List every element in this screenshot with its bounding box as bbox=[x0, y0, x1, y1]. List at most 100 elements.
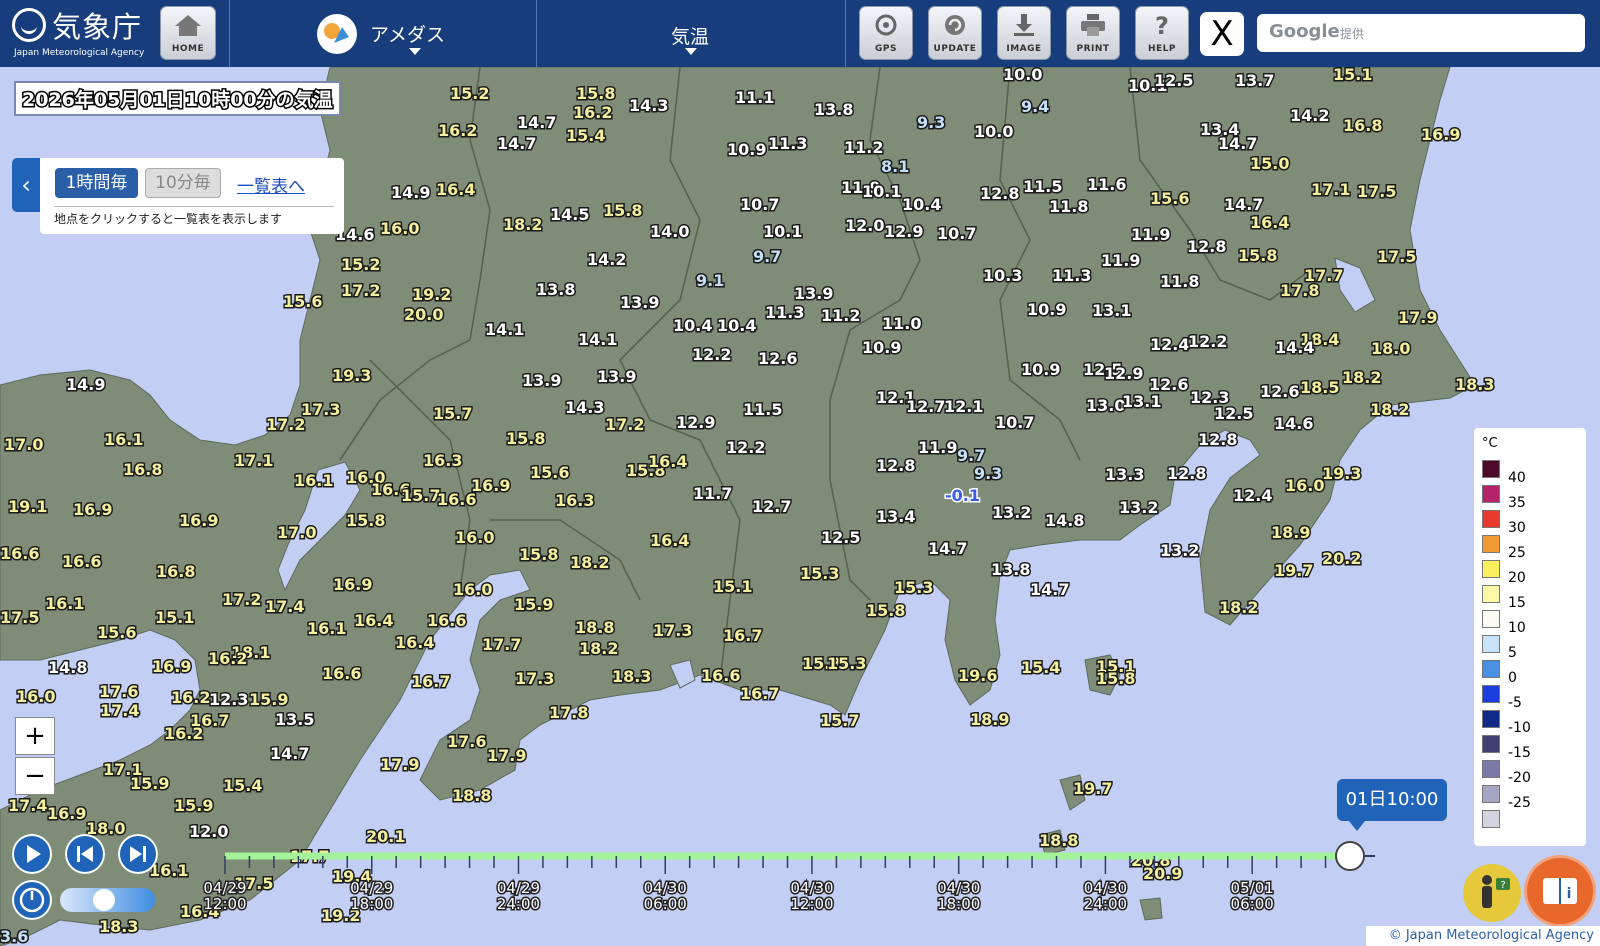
station-temp[interactable]: 16.4 bbox=[393, 632, 436, 653]
station-temp[interactable]: 13.9 bbox=[520, 370, 563, 391]
station-temp[interactable]: 17.8 bbox=[547, 702, 590, 723]
station-temp[interactable]: 16.2 bbox=[436, 120, 479, 141]
station-temp[interactable]: 11.3 bbox=[766, 133, 809, 154]
station-temp[interactable]: 13.2 bbox=[990, 502, 1033, 523]
station-temp[interactable]: 15.9 bbox=[128, 773, 171, 794]
station-temp[interactable]: 12.8 bbox=[1196, 429, 1239, 450]
station-temp[interactable]: 15.1 bbox=[711, 576, 754, 597]
station-temp[interactable]: 15.7 bbox=[431, 403, 474, 424]
station-temp[interactable]: 20.0 bbox=[402, 304, 445, 325]
opacity-toggle-button[interactable] bbox=[12, 880, 52, 920]
station-temp[interactable]: 16.0 bbox=[451, 579, 494, 600]
station-temp[interactable]: 12.6 bbox=[756, 348, 799, 369]
station-temp[interactable]: 17.2 bbox=[220, 589, 263, 610]
station-temp[interactable]: 10.4 bbox=[715, 315, 758, 336]
station-temp[interactable]: 16.6 bbox=[699, 665, 742, 686]
station-temp[interactable]: 16.7 bbox=[738, 683, 781, 704]
station-temp[interactable]: 16.4 bbox=[352, 610, 395, 631]
station-temp[interactable]: 17.6 bbox=[97, 681, 140, 702]
station-temp[interactable]: 17.4 bbox=[98, 700, 141, 721]
station-temp[interactable]: 9.1 bbox=[694, 270, 725, 291]
station-temp[interactable]: 16.6 bbox=[425, 610, 468, 631]
station-temp[interactable]: 14.7 bbox=[1216, 133, 1259, 154]
station-temp[interactable]: 17.2 bbox=[603, 414, 646, 435]
station-temp[interactable]: 15.4 bbox=[1019, 657, 1062, 678]
play-button[interactable] bbox=[12, 834, 52, 874]
station-temp[interactable]: 18.5 bbox=[1298, 377, 1341, 398]
station-temp[interactable]: 18.3 bbox=[97, 916, 140, 937]
station-temp[interactable]: 14.2 bbox=[1288, 105, 1331, 126]
station-temp[interactable]: 15.8 bbox=[517, 544, 560, 565]
station-temp[interactable]: 18.2 bbox=[568, 552, 611, 573]
station-temp[interactable]: 11.9 bbox=[916, 437, 959, 458]
station-temp[interactable]: 11.8 bbox=[1047, 196, 1090, 217]
station-temp[interactable]: 16.1 bbox=[305, 618, 348, 639]
station-temp[interactable]: 17.9 bbox=[378, 754, 421, 775]
manual-button[interactable]: i bbox=[1527, 858, 1593, 924]
station-temp[interactable]: 17.7 bbox=[288, 846, 331, 867]
station-temp[interactable]: 10.4 bbox=[671, 315, 714, 336]
station-temp[interactable]: 13.0 bbox=[1084, 395, 1127, 416]
station-temp[interactable]: 18.8 bbox=[573, 617, 616, 638]
station-temp[interactable]: 16.9 bbox=[45, 803, 88, 824]
station-temp[interactable]: 17.2 bbox=[339, 280, 382, 301]
station-temp[interactable]: 17.4 bbox=[6, 795, 49, 816]
ten-minute-button[interactable]: 10分毎 bbox=[145, 168, 221, 198]
station-temp[interactable]: 10.1 bbox=[860, 181, 903, 202]
station-temp[interactable]: 14.7 bbox=[495, 133, 538, 154]
station-temp[interactable]: 12.8 bbox=[1185, 236, 1228, 257]
station-temp[interactable]: 14.1 bbox=[576, 329, 619, 350]
station-temp[interactable]: 11.3 bbox=[1050, 265, 1093, 286]
station-temp[interactable]: 12.8 bbox=[874, 455, 917, 476]
station-temp[interactable]: 17.5 bbox=[1375, 246, 1418, 267]
station-temp[interactable]: 16.9 bbox=[331, 574, 374, 595]
station-temp[interactable]: 17.0 bbox=[2, 434, 45, 455]
station-temp[interactable]: 13.8 bbox=[989, 559, 1032, 580]
station-temp[interactable]: 19.2 bbox=[410, 284, 453, 305]
station-temp[interactable]: 14.1 bbox=[483, 319, 526, 340]
station-temp[interactable]: -0.1 bbox=[944, 485, 982, 506]
station-temp[interactable]: 10.9 bbox=[725, 139, 768, 160]
jma-logo[interactable]: 気象庁 Japan Meteorological Agency bbox=[10, 6, 160, 62]
station-temp[interactable]: 20.2 bbox=[1320, 548, 1363, 569]
station-temp[interactable]: 12.0 bbox=[843, 215, 886, 236]
station-temp[interactable]: 15.1 bbox=[153, 607, 196, 628]
station-temp[interactable]: 17.9 bbox=[485, 745, 528, 766]
station-temp[interactable]: 15.8 bbox=[574, 83, 617, 104]
station-temp[interactable]: 20.1 bbox=[364, 826, 407, 847]
station-temp[interactable]: 13.4 bbox=[874, 506, 917, 527]
station-temp[interactable]: 16.6 bbox=[60, 551, 103, 572]
station-temp[interactable]: 15.7 bbox=[818, 710, 861, 731]
station-temp[interactable]: 17.5 bbox=[0, 607, 41, 628]
station-temp[interactable]: 14.4 bbox=[1273, 337, 1316, 358]
station-temp[interactable]: 14.7 bbox=[1028, 579, 1071, 600]
station-temp[interactable]: 18.3 bbox=[610, 666, 653, 687]
station-temp[interactable]: 16.0 bbox=[378, 218, 421, 239]
station-temp[interactable]: 14.7 bbox=[1222, 194, 1265, 215]
station-temp[interactable]: 18.0 bbox=[1369, 338, 1412, 359]
station-temp[interactable]: 14.8 bbox=[46, 657, 89, 678]
station-temp[interactable]: 13.9 bbox=[618, 292, 661, 313]
station-temp[interactable]: 16.8 bbox=[154, 561, 197, 582]
station-temp[interactable]: 17.1 bbox=[232, 450, 275, 471]
station-temp[interactable]: 10.7 bbox=[993, 412, 1036, 433]
station-temp[interactable]: 9.7 bbox=[955, 445, 986, 466]
station-temp[interactable]: 15.8 bbox=[504, 428, 547, 449]
station-temp[interactable]: 19.7 bbox=[1071, 778, 1114, 799]
station-temp[interactable]: 15.4 bbox=[564, 125, 607, 146]
station-temp[interactable]: 11.5 bbox=[741, 399, 784, 420]
station-temp[interactable]: 16.4 bbox=[648, 530, 691, 551]
station-temp[interactable]: 17.1 bbox=[1309, 179, 1352, 200]
station-temp[interactable]: 16.9 bbox=[1419, 124, 1462, 145]
station-temp[interactable]: 11.7 bbox=[691, 483, 734, 504]
station-temp[interactable]: 16.9 bbox=[71, 499, 114, 520]
station-temp[interactable]: 10.9 bbox=[1019, 359, 1062, 380]
station-temp[interactable]: 17.0 bbox=[275, 522, 318, 543]
station-temp[interactable]: 16.6 bbox=[320, 663, 363, 684]
station-temp[interactable]: 13.8 bbox=[534, 279, 577, 300]
station-temp[interactable]: 19.1 bbox=[6, 496, 49, 517]
station-temp[interactable]: 10.3 bbox=[981, 265, 1024, 286]
station-temp[interactable]: 14.6 bbox=[1272, 413, 1315, 434]
station-temp[interactable]: 11.0 bbox=[880, 313, 923, 334]
station-temp[interactable]: 16.4 bbox=[1248, 212, 1291, 233]
